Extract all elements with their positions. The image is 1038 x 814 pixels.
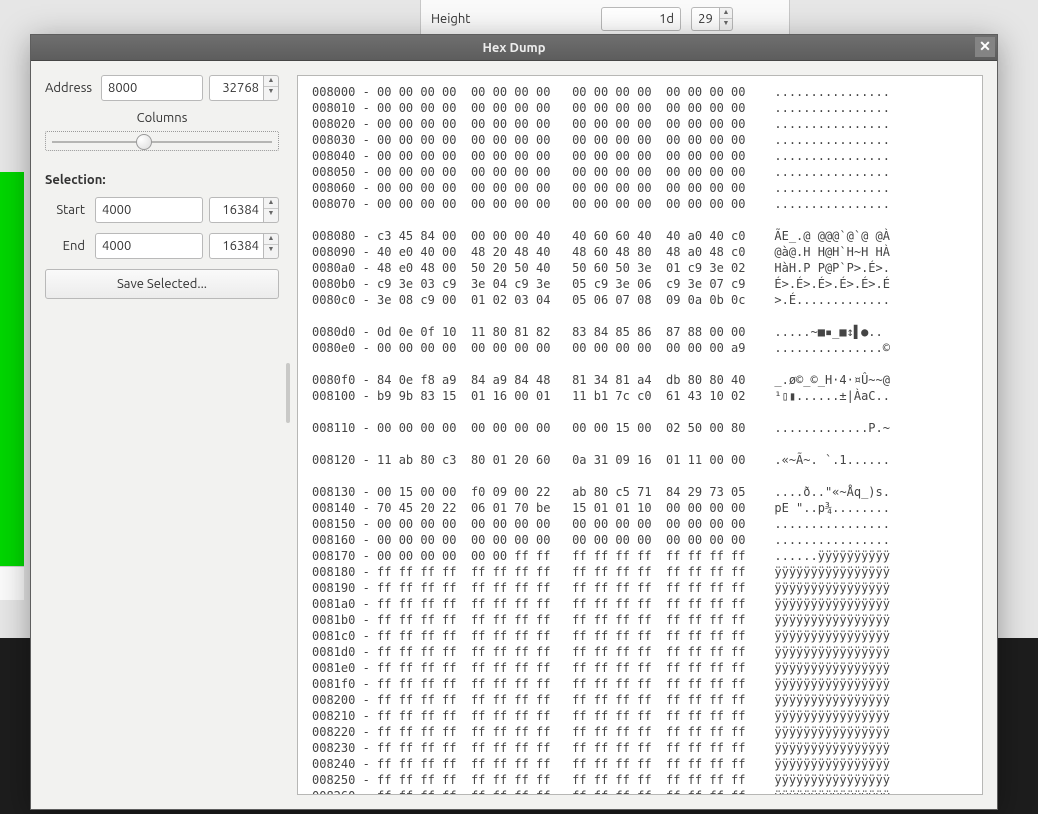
columns-slider[interactable]: [45, 131, 279, 151]
end-spin-up-icon[interactable]: ▲: [264, 234, 278, 245]
end-label: End: [45, 239, 89, 253]
start-hex-input[interactable]: [95, 197, 203, 223]
hex-view-scroll[interactable]: 008000 - 00 00 00 00 00 00 00 00 00 00 0…: [298, 76, 982, 794]
controls-pane: Address ▲ ▼ Columns Selection: Start: [45, 75, 279, 795]
window-title: Hex Dump: [482, 41, 545, 55]
end-dec-input[interactable]: [209, 233, 263, 259]
start-dec-input[interactable]: [209, 197, 263, 223]
bg-light-strip: [0, 566, 24, 600]
address-hex-input[interactable]: [101, 75, 203, 101]
address-spin-down-icon[interactable]: ▼: [264, 87, 278, 98]
hex-dump-window: Hex Dump ✕ Address ▲ ▼ Columns Selection…: [30, 34, 998, 810]
end-hex-input[interactable]: [95, 233, 203, 259]
columns-label: Columns: [45, 111, 279, 125]
splitter-handle[interactable]: [285, 75, 291, 795]
address-spin-up-icon[interactable]: ▲: [264, 76, 278, 87]
end-spin-down-icon[interactable]: ▼: [264, 245, 278, 256]
height-spin-up-icon[interactable]: ▲: [720, 8, 732, 19]
height-spinner[interactable]: ▲ ▼: [691, 7, 733, 31]
start-spin-down-icon[interactable]: ▼: [264, 209, 278, 220]
start-label: Start: [45, 203, 89, 217]
address-dec-input[interactable]: [209, 75, 263, 101]
save-selected-button[interactable]: Save Selected...: [45, 269, 279, 299]
close-icon[interactable]: ✕: [975, 37, 995, 57]
height-label: Height: [431, 12, 591, 26]
start-spin-up-icon[interactable]: ▲: [264, 198, 278, 209]
height-panel: Height ▲ ▼: [420, 0, 790, 38]
columns-slider-thumb[interactable]: [136, 134, 152, 150]
hex-view: 008000 - 00 00 00 00 00 00 00 00 00 00 0…: [297, 75, 983, 795]
height-spin-down-icon[interactable]: ▼: [720, 19, 732, 30]
bg-green-strip: [0, 172, 24, 566]
height-value-input[interactable]: [601, 7, 681, 31]
titlebar[interactable]: Hex Dump ✕: [31, 35, 997, 61]
hex-dump-text[interactable]: 008000 - 00 00 00 00 00 00 00 00 00 00 0…: [312, 84, 982, 794]
height-spinner-value[interactable]: [691, 7, 719, 31]
address-label: Address: [45, 81, 95, 95]
selection-heading: Selection:: [45, 173, 279, 187]
